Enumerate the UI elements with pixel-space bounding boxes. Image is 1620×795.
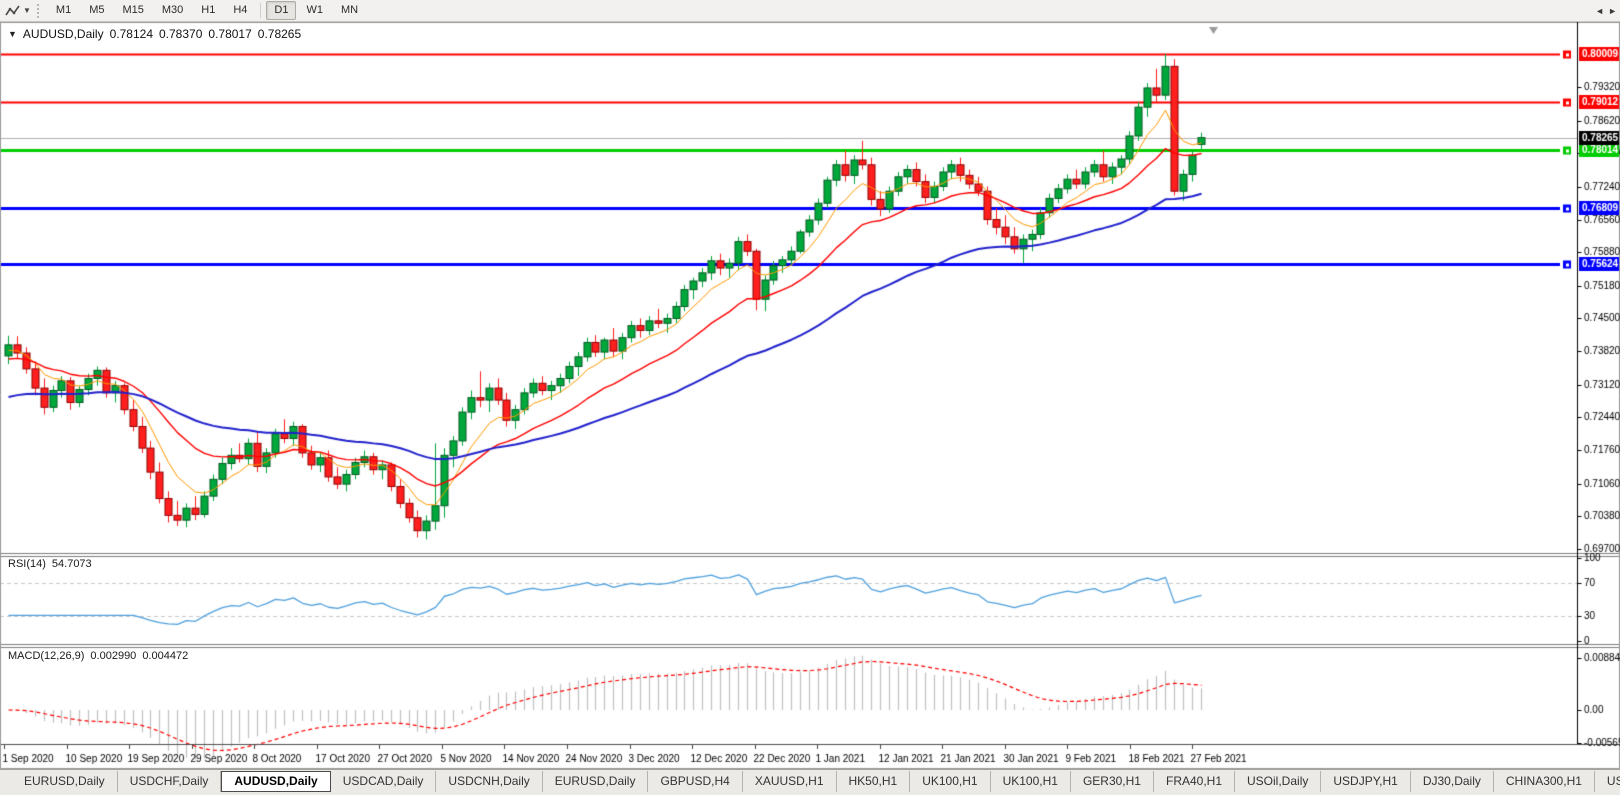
timeframe-button-w1[interactable]: W1 bbox=[298, 1, 331, 20]
tab-scroll-left-icon[interactable]: ◄ bbox=[1595, 6, 1604, 16]
timeframe-button-mn[interactable]: MN bbox=[333, 1, 366, 20]
rsi-panel-label: RSI(14) 54.7073 bbox=[8, 558, 92, 570]
tab-eurusd-daily[interactable]: EURUSD,Daily bbox=[543, 771, 649, 792]
tab-audusd-daily[interactable]: AUDUSD,Daily bbox=[221, 771, 330, 792]
mt4-window: ▼ M1M5M15M30H1H4 D1W1MN ▼ AUDUSD,Daily 0.… bbox=[0, 0, 1620, 795]
tab-usoil-[interactable]: USOil, bbox=[1595, 771, 1620, 792]
timeframe-buttons: M1M5M15M30H1H4 D1W1MN bbox=[47, 1, 367, 20]
chart-title: ▼ AUDUSD,Daily 0.78124 0.78370 0.78017 0… bbox=[8, 27, 301, 41]
ohlc-close: 0.78265 bbox=[258, 27, 301, 41]
ohlc-low: 0.78017 bbox=[208, 27, 251, 41]
tab-scroll-right-icon[interactable]: ► bbox=[1608, 6, 1617, 16]
tab-scroll-arrows: ◄ ► bbox=[1595, 6, 1617, 16]
tab-usoil-daily[interactable]: USOil,Daily bbox=[1235, 771, 1321, 792]
ohlc-high: 0.78370 bbox=[159, 27, 202, 41]
timeframe-button-m30[interactable]: M30 bbox=[154, 1, 191, 20]
macd-value1: 0.002990 bbox=[90, 650, 136, 662]
macd-label: MACD(12,26,9) bbox=[8, 650, 84, 662]
tab-ger30-h1[interactable]: GER30,H1 bbox=[1071, 771, 1154, 792]
zigzag-line-icon bbox=[5, 4, 21, 18]
chart-collapse-caret[interactable]: ▼ bbox=[8, 29, 17, 39]
ohlc-open: 0.78124 bbox=[110, 27, 153, 41]
tab-usdjpy-h1[interactable]: USDJPY,H1 bbox=[1321, 771, 1410, 792]
tab-uk100-h1[interactable]: UK100,H1 bbox=[910, 771, 990, 792]
timeframe-button-m5[interactable]: M5 bbox=[81, 1, 112, 20]
tab-fra40-h1[interactable]: FRA40,H1 bbox=[1154, 771, 1235, 792]
timeframe-button-h1[interactable]: H1 bbox=[193, 1, 223, 20]
tab-usdcad-daily[interactable]: USDCAD,Daily bbox=[331, 771, 437, 792]
price-chart-canvas[interactable] bbox=[0, 22, 1620, 769]
tab-uk100-h1[interactable]: UK100,H1 bbox=[991, 771, 1071, 792]
chart-tabs: EURUSD,DailyUSDCHF,DailyAUDUSD,DailyUSDC… bbox=[12, 771, 1620, 792]
toolbar-drag-handle[interactable] bbox=[37, 4, 42, 18]
timeframe-toolbar: ▼ M1M5M15M30H1H4 D1W1MN bbox=[0, 0, 1620, 22]
macd-panel-label: MACD(12,26,9) 0.002990 0.004472 bbox=[8, 650, 188, 662]
tab-dj30-daily[interactable]: DJ30,Daily bbox=[1411, 771, 1494, 792]
tab-xauusd-h1[interactable]: XAUUSD,H1 bbox=[743, 771, 837, 792]
rsi-value: 54.7073 bbox=[52, 558, 92, 570]
timeframe-button-h4[interactable]: H4 bbox=[225, 1, 255, 20]
timeframe-button-d1[interactable]: D1 bbox=[266, 1, 296, 20]
rsi-label: RSI(14) bbox=[8, 558, 46, 570]
timeframe-button-m15[interactable]: M15 bbox=[114, 1, 151, 20]
tab-gbpusd-h4[interactable]: GBPUSD,H4 bbox=[648, 771, 742, 792]
tab-eurusd-daily[interactable]: EURUSD,Daily bbox=[12, 771, 118, 792]
chart-tabs-bar: EURUSD,DailyUSDCHF,DailyAUDUSD,DailyUSDC… bbox=[0, 769, 1620, 795]
line-tools-icon[interactable] bbox=[4, 3, 22, 19]
tab-china300-h1[interactable]: CHINA300,H1 bbox=[1494, 771, 1595, 792]
tab-usdchf-daily[interactable]: USDCHF,Daily bbox=[118, 771, 222, 792]
macd-value2: 0.004472 bbox=[142, 650, 188, 662]
chart-symbol: AUDUSD,Daily bbox=[23, 27, 104, 41]
tab-hk50-h1[interactable]: HK50,H1 bbox=[837, 771, 911, 792]
timeframe-button-m1[interactable]: M1 bbox=[48, 1, 79, 20]
line-tools-dropdown-caret[interactable]: ▼ bbox=[23, 6, 31, 15]
tab-usdcnh-daily[interactable]: USDCNH,Daily bbox=[436, 771, 542, 792]
toolbar-separator bbox=[260, 3, 261, 18]
